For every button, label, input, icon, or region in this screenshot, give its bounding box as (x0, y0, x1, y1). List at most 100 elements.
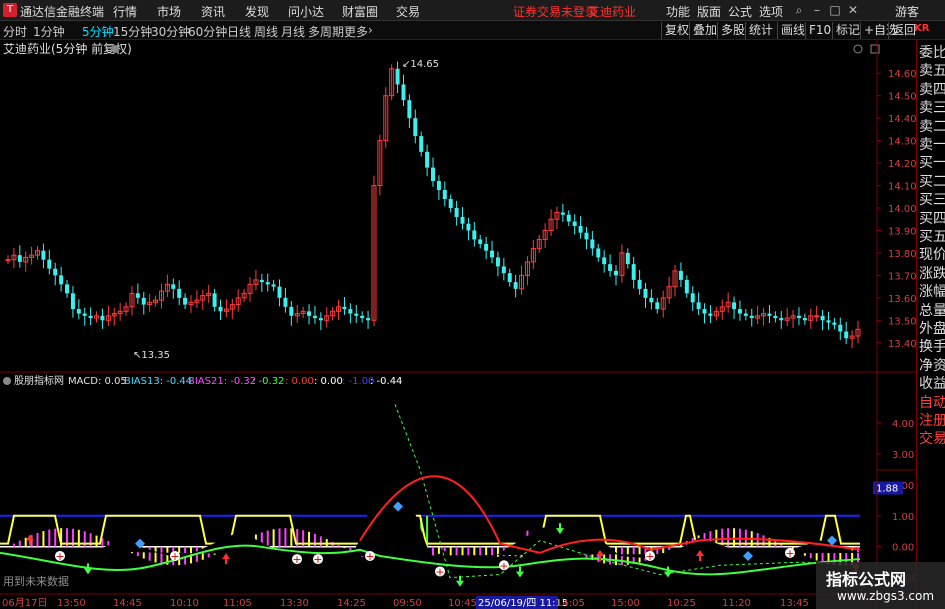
candle-body (690, 293, 695, 303)
indicator-tick-label: 1.00 (892, 512, 914, 523)
period-more[interactable]: 更多 (344, 23, 368, 40)
buy-plus-glyph: + (435, 565, 444, 578)
time-tick-label: 14:25 (337, 598, 366, 609)
menu-options[interactable]: 选项 (759, 3, 783, 20)
guest-label[interactable]: 游客 (895, 3, 919, 20)
buy-plus-glyph: + (365, 550, 374, 563)
time-tick-label: 13:30 (280, 598, 309, 609)
period-60min[interactable]: 60分钟 (188, 23, 227, 40)
menu-formula[interactable]: 公式 (728, 3, 752, 20)
candle-body (212, 293, 217, 307)
down-arrow-icon (664, 566, 672, 578)
candle-body (448, 199, 453, 208)
period-30min[interactable]: 30分钟 (151, 23, 190, 40)
period-day[interactable]: 日线 (227, 23, 251, 40)
tool-adjust[interactable]: 复权 (661, 22, 692, 39)
sidebar-item[interactable]: 交易 (919, 430, 945, 448)
indicator-tick-label: 4.00 (892, 419, 914, 430)
menu-bar: T 通达信金融终端 行情 市场 资讯 发现 问小达 财富圈 交易 证券交易未登录… (0, 0, 945, 21)
candle-body (507, 273, 512, 283)
chart-area[interactable]: 艾迪药业(5分钟 前复权)14.6014.5014.4014.3014.2014… (0, 40, 916, 609)
candle-body (354, 313, 359, 316)
menu-function[interactable]: 功能 (666, 3, 690, 20)
menu-wealth[interactable]: 财富圈 (342, 3, 378, 20)
sidebar-item: 买二 (919, 173, 945, 190)
minimize-icon[interactable]: – (808, 1, 826, 19)
candle-body (702, 309, 707, 314)
candle-body (838, 324, 843, 332)
price-tick-label: 13.50 (888, 316, 916, 327)
close-icon[interactable]: ✕ (844, 1, 862, 19)
sidebar-item[interactable]: 自动 (919, 394, 945, 412)
login-notice[interactable]: 证券交易未登录 (513, 3, 597, 20)
price-tick-label: 13.90 (888, 226, 916, 237)
sidebar-item: 卖二 (919, 118, 945, 135)
period-month[interactable]: 月线 (281, 23, 305, 40)
buy-plus-glyph: + (292, 553, 301, 566)
watermark-title: 指标公式网 (826, 570, 907, 589)
title-settings-icon (111, 45, 119, 53)
candle-body (41, 250, 46, 260)
tool-mark[interactable]: 标记 (832, 22, 863, 39)
sidebar-item: 买三 (919, 192, 945, 209)
period-week[interactable]: 周线 (254, 23, 278, 40)
candle-body (631, 264, 636, 280)
candle-body (342, 306, 347, 310)
menu-news[interactable]: 资讯 (201, 3, 225, 20)
candle-body (472, 230, 477, 240)
maximize-icon[interactable]: □ (826, 1, 844, 19)
candle-body (171, 284, 176, 289)
period-1min[interactable]: 1分钟 (33, 23, 65, 40)
sidebar-item: 买四 (919, 210, 945, 227)
candle-body (655, 302, 660, 310)
candle-body (17, 255, 22, 262)
candle-body (436, 181, 441, 191)
candle-body (779, 318, 784, 321)
kr-label: KR (914, 23, 930, 34)
candle-body (637, 279, 642, 289)
candle-body (407, 100, 412, 119)
period-multi[interactable]: 多周期 (308, 23, 344, 40)
candle-body (802, 318, 807, 321)
chevron-right-icon[interactable]: › (368, 23, 373, 37)
candle-body (413, 118, 418, 137)
candle-body (743, 313, 748, 316)
period-5min[interactable]: 5分钟 (82, 23, 114, 40)
time-tick-label: 10:10 (170, 598, 199, 609)
candle-body (76, 309, 81, 314)
menu-quotes[interactable]: 行情 (113, 3, 137, 20)
search-icon[interactable]: ⌕ (790, 1, 808, 19)
menu-ask[interactable]: 问小达 (288, 3, 324, 20)
menu-market[interactable]: 市场 (157, 3, 181, 20)
menu-trade[interactable]: 交易 (396, 3, 420, 20)
tool-draw[interactable]: 画线 (777, 22, 808, 39)
app-title: 通达信金融终端 (20, 5, 105, 19)
candle-body (283, 297, 288, 307)
sidebar-item: 委比 (919, 45, 945, 61)
bias13-readout: BIAS13: -0.44 (124, 376, 192, 387)
candle-body (560, 212, 565, 215)
candle-body (183, 297, 188, 305)
candle-body (796, 315, 801, 319)
candle-body (602, 257, 607, 265)
time-tick-label: 11:20 (722, 598, 751, 609)
tool-multistock[interactable]: 多股 (717, 22, 748, 39)
panel-option-icon (853, 44, 863, 54)
period-15min[interactable]: 15分钟 (113, 23, 152, 40)
sidebar-item: 买五 (919, 229, 945, 245)
tool-overlay[interactable]: 叠加 (689, 22, 720, 39)
sidebar-item: 买一 (919, 155, 945, 172)
current-stock-notice: 艾迪药业 (588, 5, 637, 19)
price-tick-label: 14.20 (888, 159, 916, 170)
menu-discover[interactable]: 发现 (245, 3, 269, 20)
time-tick-label: 09:50 (393, 598, 422, 609)
candle-body (820, 315, 825, 321)
period-timeshare[interactable]: 分时 (3, 23, 27, 40)
down-arrow-icon (84, 563, 92, 575)
sidebar-item[interactable]: 注册 (919, 412, 945, 430)
sidebar-item: 涨跌 (919, 265, 945, 282)
tool-stats[interactable]: 统计 (745, 22, 776, 39)
menu-layout[interactable]: 版面 (697, 3, 721, 20)
candle-body (425, 151, 430, 168)
tool-f10[interactable]: F10 (805, 22, 834, 39)
